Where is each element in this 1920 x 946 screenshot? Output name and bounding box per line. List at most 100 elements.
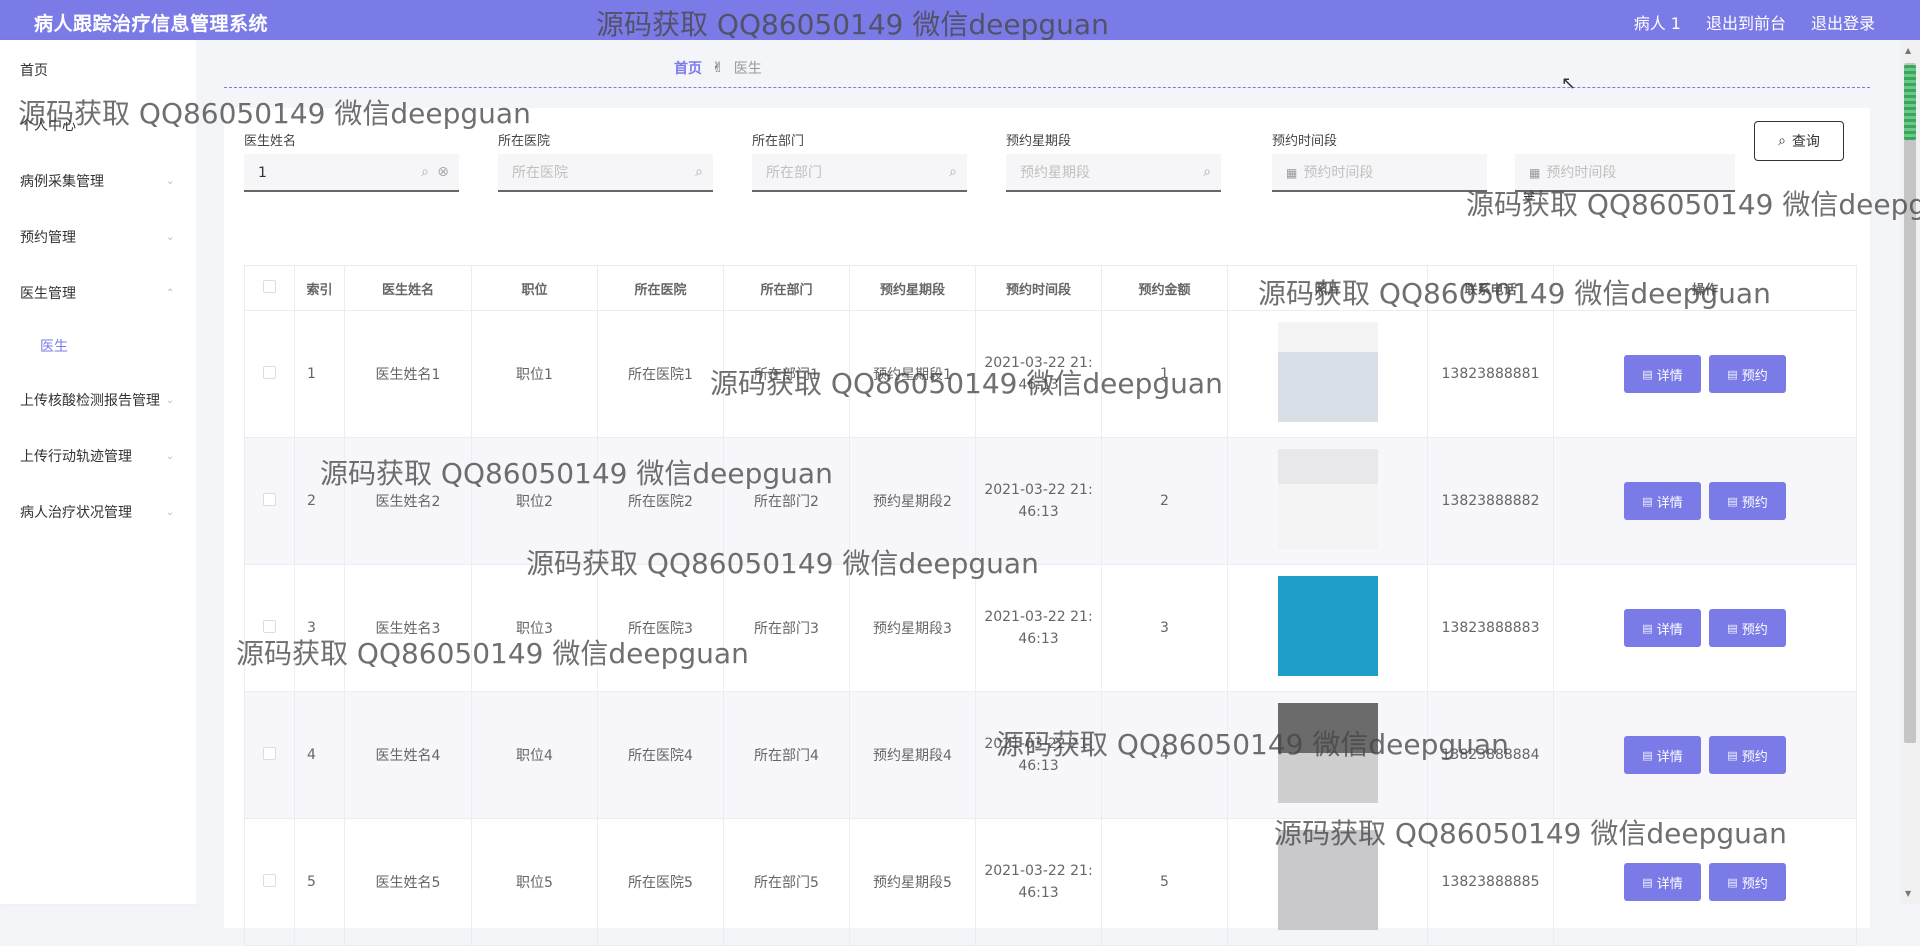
cell-time-line2: 46:13 (1018, 758, 1059, 774)
cell-time-line2: 46:13 (1018, 377, 1059, 393)
sidebar-item-trajectory[interactable]: 上传行动轨迹管理 ⌄ (20, 446, 176, 466)
document-icon: ▤ (1642, 748, 1653, 762)
user-name[interactable]: 病人 1 (1634, 10, 1681, 34)
cell-amount: 4 (1101, 691, 1228, 819)
search-icon: ⌕ (1203, 164, 1211, 180)
sidebar-item-home[interactable]: 首页 (20, 60, 176, 80)
cell-time-line2: 46:13 (1018, 504, 1059, 520)
doctor-photo[interactable] (1277, 703, 1378, 803)
column-header: 索引 (294, 265, 345, 311)
cell-phone: 13823888883 (1427, 564, 1554, 692)
book-button-label: 预约 (1741, 368, 1768, 384)
row-select-cell[interactable] (244, 691, 295, 819)
scroll-up-icon[interactable]: ▲ (1905, 46, 1911, 55)
mouse-cursor-icon: ↖ (1561, 73, 1577, 94)
detail-button[interactable]: ▤ 详情 (1624, 736, 1701, 774)
time-start-field[interactable]: ▦ (1272, 154, 1487, 192)
cell-time: 2021-03-22 21: 46:13 (975, 310, 1102, 438)
table-header-row: 索引 医生姓名 职位 所在医院 所在部门 预约星期段 预约时间段 预约金额 照片… (244, 265, 1857, 311)
time-start-input[interactable] (1303, 165, 1454, 181)
row-checkbox[interactable] (263, 873, 276, 887)
row-checkbox[interactable] (263, 365, 276, 379)
scroll-down-icon[interactable]: ▼ (1905, 889, 1911, 898)
search-icon: ⌕ (695, 164, 703, 180)
row-checkbox[interactable] (263, 492, 276, 506)
time-end-field[interactable]: ▦ (1515, 154, 1735, 192)
document-icon: ▤ (1642, 621, 1653, 635)
table-row: 4 医生姓名4 职位4 所在医院4 所在部门4 预约星期段4 2021-03-22 21: 4… (244, 691, 1857, 819)
calendar-icon: ▦ (1529, 166, 1541, 180)
cell-hospital: 所在医院4 (597, 691, 724, 819)
select-all-cell[interactable] (244, 265, 295, 311)
sidebar-item-appointment[interactable]: 预约管理 ⌄ (20, 227, 176, 247)
document-icon: ▤ (1727, 367, 1738, 381)
filter-label: 预约时间段 (1272, 134, 1338, 149)
filter-weekday: 预约星期段 ⌕ (1006, 130, 1221, 192)
department-input[interactable] (766, 165, 906, 181)
weekday-input[interactable] (1020, 165, 1160, 181)
book-button[interactable]: ▤ 预约 (1709, 736, 1786, 774)
row-select-cell[interactable] (244, 818, 295, 946)
document-icon: ▤ (1727, 621, 1738, 635)
weekday-field[interactable]: ⌕ (1006, 154, 1221, 192)
select-all-checkbox[interactable] (263, 279, 276, 293)
hospital-input[interactable] (512, 165, 652, 181)
logout-link[interactable]: 退出登录 (1811, 10, 1875, 34)
cell-hospital: 所在医院5 (597, 818, 724, 946)
filter-label: 预约星期段 (1006, 134, 1072, 149)
row-checkbox[interactable] (263, 619, 276, 633)
row-select-cell[interactable] (244, 310, 295, 438)
cell-time-line1: 2021-03-22 21: (984, 863, 1093, 879)
sidebar: 首页 个人中心 病例采集管理 ⌄ 预约管理 ⌄ 医生管理 ⌃ 医生 上传核酸检测… (0, 40, 196, 904)
time-end-input[interactable] (1546, 165, 1697, 181)
sidebar-item-doctor-management[interactable]: 医生管理 ⌃ (20, 283, 176, 303)
main-content: 首页 ✌ 医生 医生姓名 ⌕ ⊗ 所在医院 ⌕ 所在部门 (196, 40, 1900, 946)
cell-weekday: 预约星期段3 (849, 564, 976, 692)
doctor-photo[interactable] (1277, 576, 1378, 676)
exit-to-front-link[interactable]: 退出到前台 (1706, 10, 1786, 34)
sidebar-item-treatment-status[interactable]: 病人治疗状况管理 ⌄ (20, 502, 176, 522)
sidebar-item-nucleic-report[interactable]: 上传核酸检测报告管理 ⌄ (20, 390, 176, 410)
detail-button[interactable]: ▤ 详情 (1624, 355, 1701, 393)
department-field[interactable]: ⌕ (752, 154, 967, 192)
page-scrollbar[interactable]: ▲ ▼ (1900, 40, 1920, 904)
detail-button[interactable]: ▤ 详情 (1624, 863, 1701, 901)
doctor-photo[interactable] (1277, 830, 1378, 930)
book-button[interactable]: ▤ 预约 (1709, 482, 1786, 520)
document-icon: ▤ (1727, 748, 1738, 762)
scrollbar-thumb[interactable] (1904, 63, 1916, 743)
cell-doctor-name: 医生姓名1 (344, 310, 472, 438)
clear-icon[interactable]: ⊗ (437, 164, 449, 180)
sidebar-subitem-doctor[interactable]: 医生 (40, 336, 68, 356)
cell-department: 所在部门5 (723, 818, 850, 946)
cell-phone: 13823888882 (1427, 437, 1554, 565)
hospital-field[interactable]: ⌕ (498, 154, 713, 192)
doctor-photo[interactable] (1277, 322, 1378, 422)
column-header: 预约金额 (1101, 265, 1228, 311)
breadcrumb-home[interactable]: 首页 (674, 58, 702, 78)
book-button[interactable]: ▤ 预约 (1709, 863, 1786, 901)
detail-button[interactable]: ▤ 详情 (1624, 609, 1701, 647)
cell-hospital: 所在医院3 (597, 564, 724, 692)
book-button[interactable]: ▤ 预约 (1709, 355, 1786, 393)
top-bar: 病人跟踪治疗信息管理系统 病人 1 退出到前台 退出登录 (0, 0, 1920, 40)
row-select-cell[interactable] (244, 437, 295, 565)
cell-amount: 2 (1101, 437, 1228, 565)
cell-photo (1227, 310, 1428, 438)
doctor-name-input[interactable] (258, 165, 398, 181)
doctor-name-field[interactable]: ⌕ ⊗ (244, 154, 459, 192)
query-button[interactable]: ⌕ 查询 (1754, 121, 1844, 161)
sidebar-item-label: 医生管理 (20, 286, 76, 302)
cell-phone: 13823888884 (1427, 691, 1554, 819)
sidebar-item-case-collection[interactable]: 病例采集管理 ⌄ (20, 171, 176, 191)
column-header: 联系电话 (1427, 265, 1554, 311)
cell-department: 所在部门3 (723, 564, 850, 692)
sidebar-item-personal-center[interactable]: 个人中心 (20, 115, 176, 135)
doctor-photo[interactable] (1277, 449, 1378, 549)
cell-amount: 1 (1101, 310, 1228, 438)
sidebar-item-label: 上传核酸检测报告管理 (20, 393, 160, 409)
detail-button[interactable]: ▤ 详情 (1624, 482, 1701, 520)
book-button[interactable]: ▤ 预约 (1709, 609, 1786, 647)
row-checkbox[interactable] (263, 746, 276, 760)
row-select-cell[interactable] (244, 564, 295, 692)
